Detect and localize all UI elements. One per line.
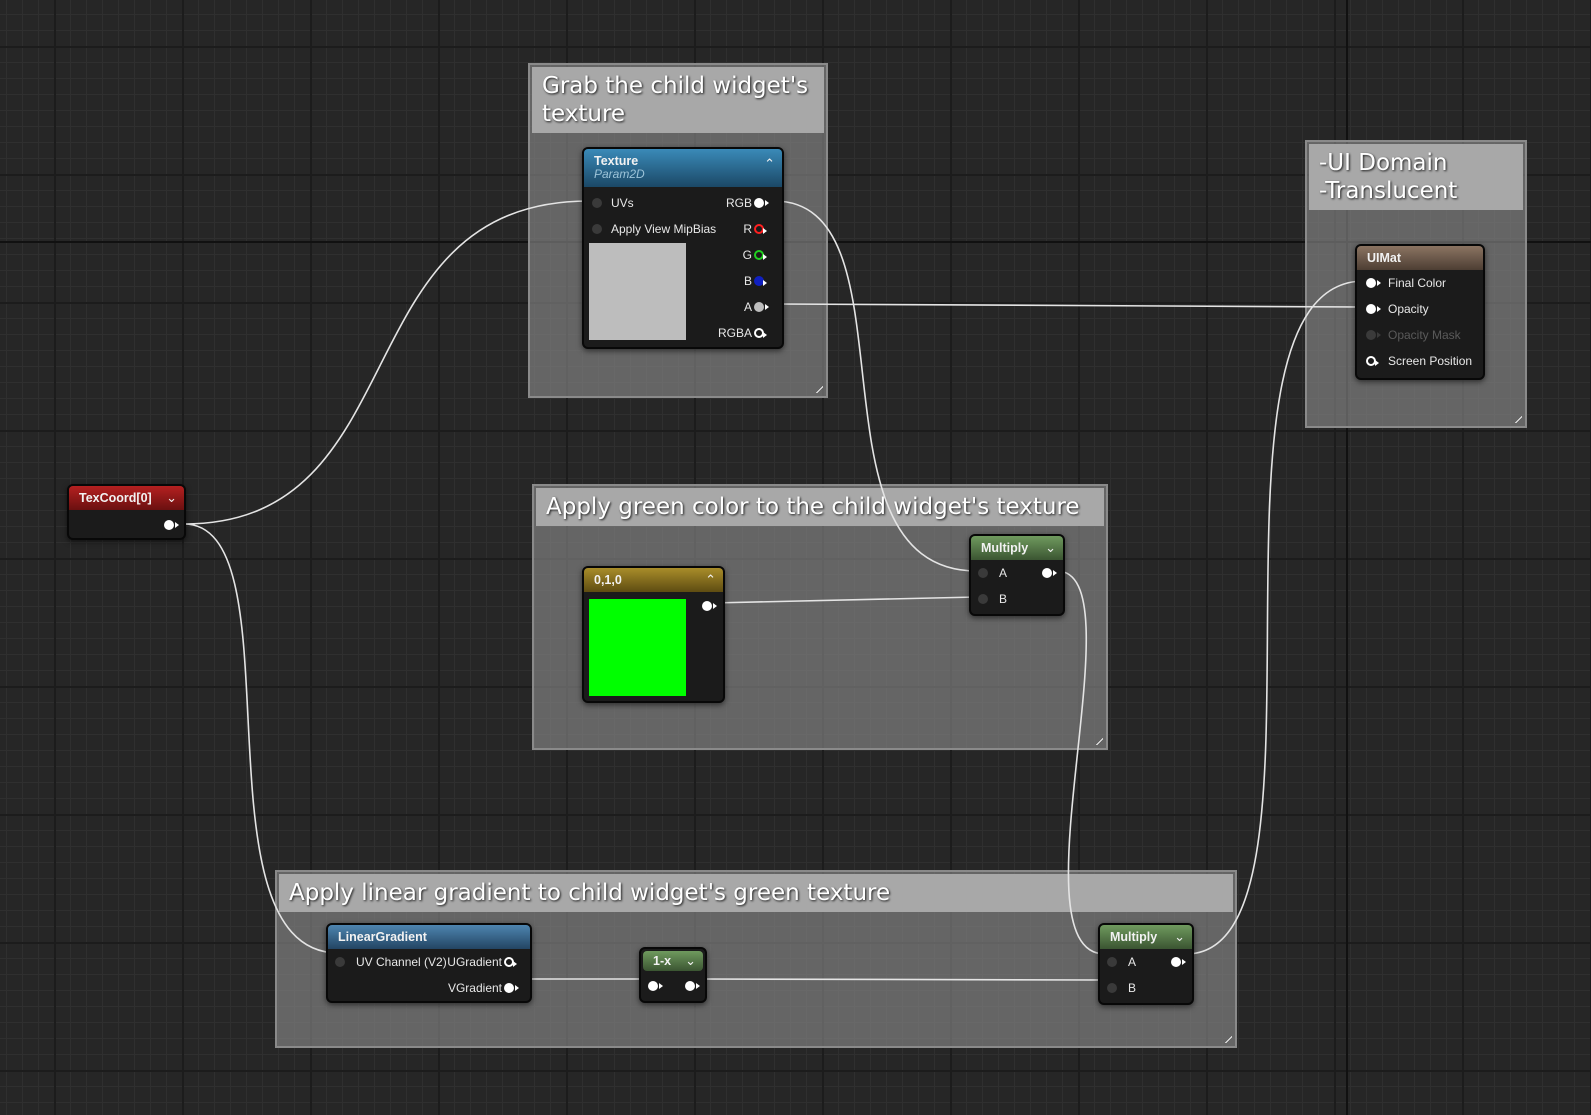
mipbias-input-pin[interactable] [592, 224, 602, 234]
vgradient-output-pin[interactable] [504, 983, 519, 993]
a-label: A [743, 300, 752, 314]
wire-texcoord-to-linear-gradient [183, 523, 339, 954]
uv-channel-input-pin[interactable] [335, 957, 345, 967]
g-label: G [742, 248, 752, 262]
uv-channel-label: UV Channel (V2) [356, 955, 447, 969]
texture-subtitle: Param2D [594, 167, 645, 181]
rgba-label: RGBA [717, 326, 752, 340]
uimat-result-node[interactable]: UIMat Final Color Opacity Opacity Mask S… [1355, 244, 1485, 380]
texcoord-title: TexCoord[0] [79, 491, 152, 505]
g-output-pin[interactable] [754, 250, 767, 260]
wire-rgb-to-multiply-a [773, 200, 978, 572]
final-color-label: Final Color [1388, 276, 1447, 290]
wire-oneminus-to-multiply2-b [696, 978, 1106, 981]
wire-texcoord-to-uvs [183, 200, 591, 525]
texcoord-header: TexCoord[0] ⌄ [69, 486, 184, 510]
constant3-title: 0,1,0 [594, 573, 622, 587]
vgradient-label: VGradient [447, 981, 502, 995]
texcoord-output-pin[interactable] [164, 520, 179, 530]
r-output-pin[interactable] [754, 224, 767, 234]
linear-gradient-header: LinearGradient [328, 925, 530, 949]
screen-position-label: Screen Position [1388, 354, 1473, 368]
wire-multiply1-to-multiply2-a [1056, 570, 1106, 955]
screen-position-input-pin[interactable] [1366, 356, 1379, 366]
chevron-up-icon[interactable]: ⌃ [705, 568, 716, 592]
multiply-header: Multiply ⌄ [971, 536, 1063, 560]
multiply-b-label: B [999, 592, 1008, 606]
linear-gradient-title: LinearGradient [338, 930, 427, 944]
opacity-mask-input-pin[interactable] [1366, 330, 1381, 340]
uvs-input-pin[interactable] [592, 198, 602, 208]
multiply-title: Multiply [981, 541, 1029, 555]
b-label: B [743, 274, 752, 288]
wire-alpha-to-opacity [773, 303, 1365, 308]
constant3-output-pin[interactable] [702, 601, 717, 611]
multiply-output-pin[interactable] [1171, 957, 1186, 967]
chevron-up-icon[interactable]: ⌃ [764, 157, 775, 171]
opacity-mask-label: Opacity Mask [1388, 328, 1461, 342]
texcoord-node[interactable]: TexCoord[0] ⌄ [67, 484, 186, 540]
uimat-title: UIMat [1367, 251, 1402, 265]
chevron-down-icon[interactable]: ⌄ [1045, 536, 1056, 560]
a-output-pin[interactable] [754, 302, 769, 312]
multiply-output-pin[interactable] [1042, 568, 1057, 578]
texture-preview [589, 243, 686, 340]
chevron-down-icon[interactable]: ⌄ [685, 951, 696, 971]
rgba-output-pin[interactable] [754, 328, 767, 338]
multiply-b-input-pin[interactable] [1107, 983, 1117, 993]
constant3-node[interactable]: 0,1,0 ⌃ [582, 566, 725, 703]
one-minus-title: 1-x [653, 954, 672, 968]
constant3-header: 0,1,0 ⌃ [584, 568, 723, 592]
one-minus-input-pin[interactable] [648, 981, 663, 991]
uvs-label: UVs [611, 196, 634, 210]
multiply-b-label: B [1128, 981, 1137, 995]
multiply-title: Multiply [1110, 930, 1158, 944]
chevron-down-icon[interactable]: ⌄ [1174, 925, 1185, 949]
final-color-input-pin[interactable] [1366, 278, 1381, 288]
multiply-header: Multiply ⌄ [1100, 925, 1192, 949]
multiply-a-label: A [999, 566, 1008, 580]
uimat-header: UIMat [1357, 246, 1483, 270]
one-minus-output-pin[interactable] [685, 981, 700, 991]
one-minus-header: 1-x ⌄ [643, 951, 703, 971]
rgb-output-pin[interactable] [754, 198, 769, 208]
wire-layer [183, 200, 1365, 981]
texture-sample-node[interactable]: Texture Param2D ⌃ UVs Apply View MipBias… [582, 147, 784, 349]
multiply-a-input-pin[interactable] [978, 568, 988, 578]
green-swatch [589, 599, 686, 696]
opacity-label: Opacity [1388, 302, 1429, 316]
r-label: R [743, 222, 752, 236]
multiply-b-input-pin[interactable] [978, 594, 988, 604]
mipbias-label: Apply View MipBias [611, 222, 717, 236]
rgb-label: RGB [725, 196, 752, 210]
one-minus-node[interactable]: 1-x ⌄ [639, 947, 707, 1003]
ugradient-output-pin[interactable] [504, 957, 517, 967]
opacity-input-pin[interactable] [1366, 304, 1381, 314]
multiply-a-input-pin[interactable] [1107, 957, 1117, 967]
wire-multiply2-to-final-color [1185, 280, 1365, 955]
linear-gradient-node[interactable]: LinearGradient UV Channel (V2) UGradient… [326, 923, 532, 1003]
texture-header: Texture Param2D ⌃ [584, 149, 782, 187]
b-output-pin[interactable] [754, 276, 767, 286]
multiply-node-1[interactable]: Multiply ⌄ A B [969, 534, 1065, 616]
multiply-node-2[interactable]: Multiply ⌄ A B [1098, 923, 1194, 1005]
ugradient-label: UGradient [447, 955, 502, 969]
multiply-a-label: A [1128, 955, 1137, 969]
wire-const-to-multiply-b [711, 596, 978, 604]
chevron-down-icon[interactable]: ⌄ [166, 486, 177, 510]
